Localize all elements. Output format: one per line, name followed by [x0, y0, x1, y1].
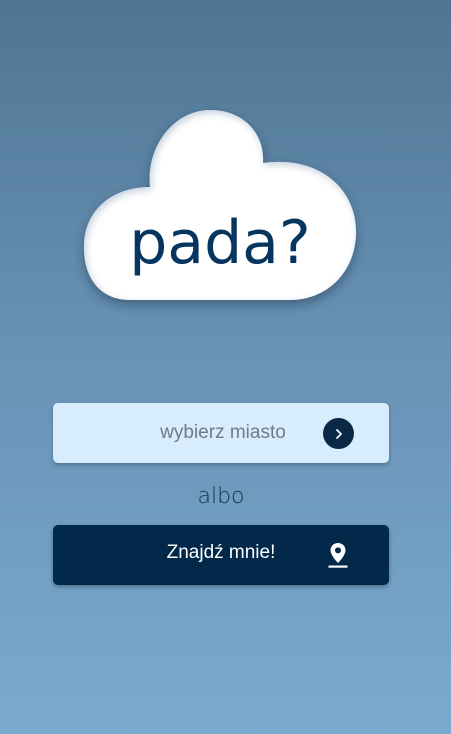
city-input[interactable] [113, 415, 333, 451]
chevron-right-icon [335, 428, 342, 439]
submit-city-button[interactable] [323, 418, 354, 449]
cloud-logo: pada? [80, 105, 360, 305]
or-separator: albo [197, 484, 245, 509]
find-me-button[interactable]: Znajdź mnie! [53, 525, 389, 585]
city-search-box [53, 403, 389, 463]
find-me-label: Znajdź mnie! [166, 542, 276, 563]
app-title: pada? [129, 208, 311, 278]
location-pin-icon [328, 543, 348, 568]
